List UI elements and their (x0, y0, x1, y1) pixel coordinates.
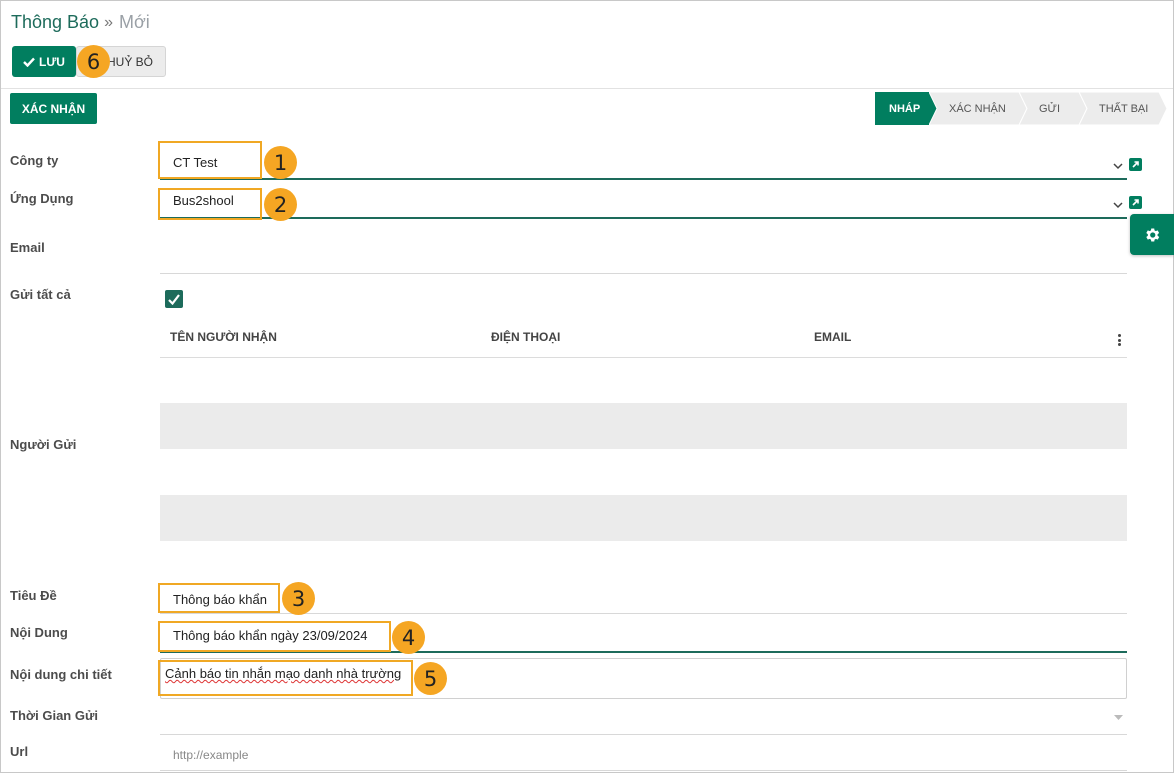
send-time-label: Thời Gian Gửi (10, 708, 98, 723)
breadcrumb-separator: » (104, 13, 113, 31)
column-header-email[interactable]: EMAIL (814, 330, 851, 344)
caret-down-icon[interactable] (1114, 715, 1123, 720)
settings-tab[interactable] (1130, 214, 1174, 255)
recipients-table-header: TÊN NGƯỜI NHẬN ĐIỆN THOẠI EMAIL (160, 318, 1127, 358)
content-label: Nội Dung (10, 625, 68, 640)
status-stage-confirmed[interactable]: XÁC NHẬN (929, 92, 1027, 125)
company-field-underline (160, 178, 1127, 180)
url-field-underline (160, 770, 1127, 771)
annotation-badge-1: 1 (264, 146, 297, 179)
send-all-checkbox[interactable] (165, 290, 183, 308)
confirm-button-label: XÁC NHẬN (21, 101, 86, 116)
header-divider (1, 88, 1173, 89)
chevron-down-icon[interactable] (1113, 163, 1123, 170)
status-stage-sent[interactable]: GỬI (1019, 92, 1087, 125)
status-stage-label: GỬI (1039, 102, 1061, 115)
status-stage-label: THẤT BẠI (1099, 102, 1149, 115)
breadcrumb-parent-link[interactable]: Thông Báo (11, 12, 99, 33)
breadcrumb-current: Mới (118, 12, 150, 32)
gear-icon (1146, 227, 1160, 242)
check-icon (23, 57, 35, 67)
column-header-phone[interactable]: ĐIỆN THOẠI (491, 330, 560, 344)
email-field-underline (160, 273, 1127, 274)
table-row (160, 495, 1127, 541)
status-stage-label: XÁC NHẬN (949, 102, 1006, 115)
email-input[interactable] (173, 242, 1113, 260)
save-button-label: LƯU (39, 54, 65, 69)
app-label: Ứng Dụng (10, 191, 74, 206)
status-bar: NHÁP XÁC NHẬN GỬI THẤT BẠI (875, 92, 1169, 125)
breadcrumb: Thông Báo » Mới (11, 12, 150, 33)
annotation-box-1 (158, 141, 262, 179)
column-header-recipient-name[interactable]: TÊN NGƯỜI NHẬN (170, 330, 277, 344)
status-stage-draft[interactable]: NHÁP (875, 92, 937, 125)
annotation-box-5 (158, 660, 413, 696)
save-button[interactable]: LƯU (12, 46, 76, 77)
external-link-icon (1132, 199, 1139, 206)
email-label: Email (10, 240, 45, 255)
annotation-badge-6: 6 (77, 45, 110, 78)
company-label: Công ty (10, 153, 59, 168)
annotation-box-4 (158, 621, 391, 652)
annotation-badge-5: 5 (414, 662, 447, 695)
check-icon (168, 293, 180, 305)
detail-label: Nội dung chi tiết (10, 667, 112, 682)
app-field-underline (160, 217, 1127, 219)
annotation-badge-3: 3 (282, 582, 315, 615)
external-link-icon (1132, 161, 1139, 168)
company-external-link-button[interactable] (1129, 158, 1142, 171)
send-time-field-underline (160, 734, 1127, 735)
annotation-badge-2: 2 (264, 188, 297, 221)
kebab-menu-icon[interactable] (1118, 334, 1121, 348)
url-label: Url (10, 744, 29, 759)
sender-label: Người Gửi (10, 437, 77, 452)
url-input[interactable]: http://example (173, 748, 248, 762)
status-stage-failed[interactable]: THẤT BẠI (1079, 92, 1169, 125)
title-label: Tiêu Đề (10, 588, 57, 603)
annotation-badge-4: 4 (392, 621, 425, 654)
annotation-box-2 (158, 188, 262, 220)
send-time-input[interactable] (173, 710, 1103, 728)
app-external-link-button[interactable] (1129, 196, 1142, 209)
chevron-down-icon[interactable] (1113, 202, 1123, 209)
send-all-label: Gửi tất cả (10, 287, 71, 302)
status-stage-label: NHÁP (889, 102, 921, 115)
confirm-button[interactable]: XÁC NHẬN (10, 93, 97, 124)
table-row (160, 403, 1127, 449)
cancel-button-label: HUỶ BỎ (106, 54, 153, 69)
annotation-box-3 (158, 583, 280, 613)
